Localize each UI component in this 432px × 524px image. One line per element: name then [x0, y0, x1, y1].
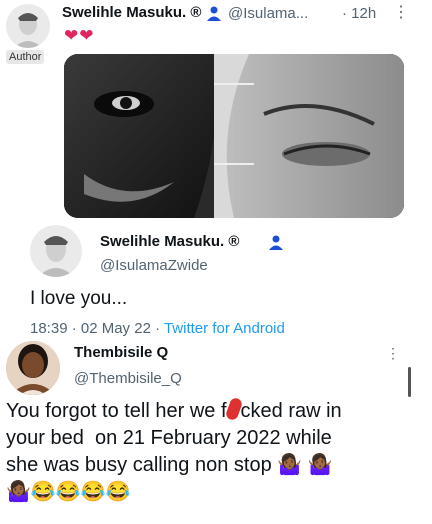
scrollbar[interactable]: [408, 367, 411, 397]
quote-author-name[interactable]: Swelihle Masuku.: [100, 233, 224, 250]
quote-avatar[interactable]: [30, 225, 82, 277]
person-icon: [268, 234, 284, 250]
reply-line-1-start: You forgot to tell her we f: [6, 400, 227, 422]
reply-text: You forgot to tell her we f cked raw in y…: [6, 396, 426, 506]
reply-line-3-text: she was busy calling non stop: [6, 454, 278, 476]
more-options-icon[interactable]: ⋮: [393, 2, 409, 22]
quote-meta: 18:39 · 02 May 22 · Twitter for Android: [30, 320, 285, 337]
quote-source[interactable]: Twitter for Android: [164, 320, 285, 337]
reply-line-2: your bed on 21 February 2022 while: [6, 427, 332, 449]
reply-line-1: You forgot to tell her we f cked raw in: [6, 396, 426, 425]
tweet-time[interactable]: · 12h: [342, 5, 376, 22]
quote-handle[interactable]: @IsulamaZwide: [100, 257, 208, 274]
tweet-hearts: ❤❤: [64, 26, 95, 45]
reply-avatar[interactable]: [6, 341, 60, 395]
more-options-icon[interactable]: ⋮: [386, 345, 400, 362]
tweet-photo[interactable]: [64, 54, 404, 218]
reply-line-3: she was busy calling non stop 🤷🏾‍♀️ 🤷🏾‍♀…: [6, 452, 426, 479]
registered-mark: ®: [228, 233, 240, 250]
reply-author-name[interactable]: Thembisile Q: [74, 344, 168, 361]
quote-timestamp[interactable]: 18:39 · 02 May 22 ·: [30, 320, 164, 337]
registered-mark: ®: [190, 4, 202, 21]
author-handle[interactable]: @Isulama...: [228, 5, 308, 22]
author-name[interactable]: Swelihle Masuku.: [62, 4, 186, 21]
tweet-header: Swelihle Masuku. ®: [62, 4, 201, 21]
shrug-emojis: 🤷🏾‍♀️ 🤷🏾‍♀️: [277, 454, 333, 476]
person-icon: [206, 5, 222, 21]
reply-line-1-end: cked raw in: [240, 400, 342, 422]
avatar-photo: [6, 341, 60, 395]
author-avatar[interactable]: [6, 4, 50, 48]
author-badge: Author: [6, 50, 45, 64]
photo-image: [64, 54, 404, 218]
quote-header: Swelihle Masuku. ®: [100, 233, 239, 250]
reply-handle[interactable]: @Thembisile_Q: [74, 370, 182, 387]
reply-line-4: 🤷🏾‍♀️😂😂😂😂: [6, 481, 131, 503]
quote-text: I love you...: [30, 288, 128, 309]
avatar-sketch: [14, 13, 42, 48]
avatar-sketch: [38, 236, 74, 277]
